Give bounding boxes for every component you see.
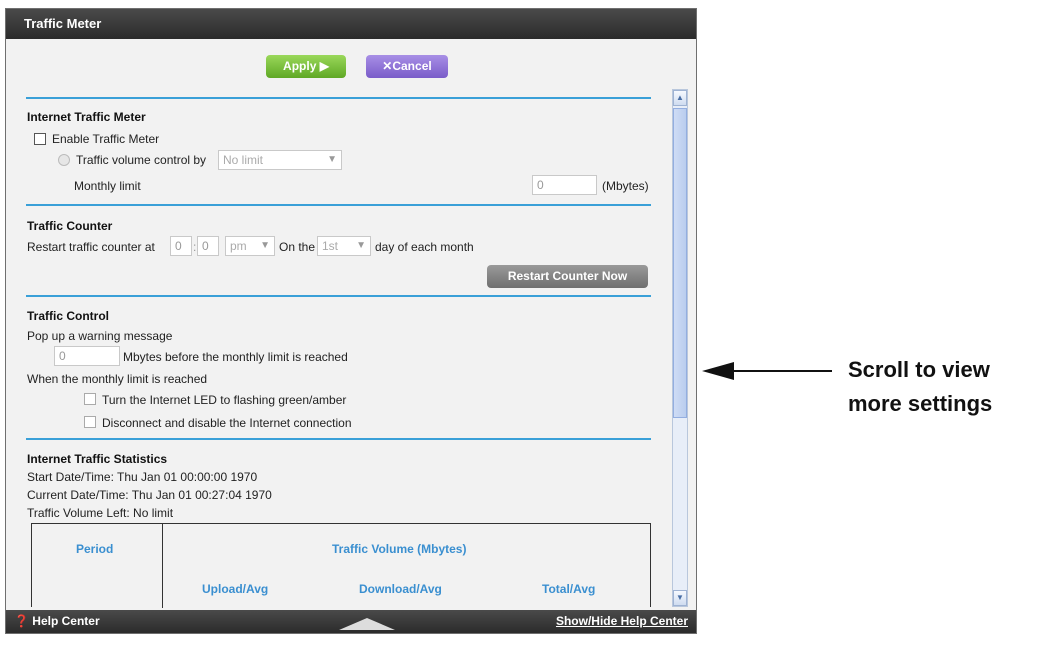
divider	[26, 97, 651, 99]
chevron-down-icon: ▼	[356, 240, 366, 251]
traffic-volume-left: Traffic Volume Left: No limit	[27, 506, 174, 520]
volume-control-value: No limit	[223, 153, 264, 167]
expand-help-icon[interactable]	[339, 618, 395, 630]
cancel-button[interactable]: ✕Cancel	[366, 55, 448, 78]
time-separator: :	[193, 240, 197, 254]
statistics-table: Period Traffic Volume (Mbytes) Upload/Av…	[31, 523, 651, 608]
window-title: Traffic Meter	[6, 9, 696, 39]
day-value: 1st	[322, 239, 339, 253]
arrow-line	[732, 370, 832, 372]
day-select[interactable]: 1st ▼	[317, 236, 371, 256]
restart-minute-input[interactable]: 0	[197, 236, 219, 256]
enable-traffic-meter-label: Enable Traffic Meter	[52, 132, 160, 146]
popup-warning-label: Pop up a warning message	[27, 329, 173, 343]
restart-counter-label: Restart traffic counter at	[27, 240, 155, 254]
arrow-left-icon	[702, 362, 734, 380]
disconnect-checkbox[interactable]	[84, 416, 96, 428]
volume-control-label: Traffic volume control by	[76, 153, 207, 167]
monthly-limit-label: Monthly limit	[74, 179, 141, 193]
table-header-total: Total/Avg	[542, 582, 596, 596]
scroll-up-icon[interactable]: ▲	[673, 90, 687, 106]
ampm-select[interactable]: pm ▼	[225, 236, 275, 256]
section-heading-traffic-counter: Traffic Counter	[27, 219, 113, 233]
scroll-down-icon[interactable]: ▼	[673, 590, 687, 606]
restart-hour-input[interactable]: 0	[170, 236, 192, 256]
enable-traffic-meter-checkbox[interactable]	[34, 133, 46, 145]
divider	[26, 295, 651, 297]
apply-button[interactable]: Apply ▶	[266, 55, 346, 78]
led-flashing-checkbox[interactable]	[84, 393, 96, 405]
warning-mbytes-input[interactable]: 0	[54, 346, 120, 366]
help-icon: ❓	[14, 614, 29, 628]
monthly-limit-unit: (Mbytes)	[602, 179, 649, 193]
divider	[26, 438, 651, 440]
monthly-limit-input[interactable]: 0	[532, 175, 597, 195]
table-divider	[162, 524, 163, 608]
chevron-down-icon: ▼	[260, 240, 270, 251]
section-heading-statistics: Internet Traffic Statistics	[27, 452, 168, 466]
show-hide-help-center-link[interactable]: Show/Hide Help Center	[556, 610, 688, 633]
help-center-label: Help Center	[32, 614, 100, 628]
on-the-label: On the	[279, 240, 316, 254]
help-center-bar: ❓ Help Center Show/Hide Help Center	[6, 610, 696, 633]
table-header-upload: Upload/Avg	[202, 582, 269, 596]
help-center-link[interactable]: ❓ Help Center	[14, 610, 100, 633]
monthly-limit-reached-label: When the monthly limit is reached	[27, 372, 208, 386]
annotation-line-1: Scroll to view	[848, 357, 990, 382]
disconnect-label: Disconnect and disable the Internet conn…	[102, 416, 352, 430]
vertical-scrollbar[interactable]: ▲ ▼	[672, 89, 688, 607]
section-heading-traffic-control: Traffic Control	[27, 309, 110, 323]
restart-counter-now-button[interactable]: Restart Counter Now	[487, 265, 648, 288]
ampm-value: pm	[230, 239, 247, 253]
current-datetime: Current Date/Time: Thu Jan 01 00:27:04 1…	[27, 488, 272, 502]
traffic-meter-window: Traffic Meter Apply ▶ ✕Cancel Internet T…	[5, 8, 697, 634]
annotation-line-2: more settings	[848, 391, 993, 416]
table-header-traffic-volume: Traffic Volume (Mbytes)	[332, 542, 467, 556]
divider	[26, 204, 651, 206]
chevron-down-icon: ▼	[327, 154, 337, 165]
volume-control-select[interactable]: No limit ▼	[218, 150, 342, 170]
cancel-label: Cancel	[392, 59, 432, 73]
section-heading-internet-traffic-meter: Internet Traffic Meter	[27, 110, 146, 124]
table-header-period: Period	[76, 542, 114, 556]
day-suffix-label: day of each month	[375, 240, 474, 254]
table-header-download: Download/Avg	[359, 582, 442, 596]
start-datetime: Start Date/Time: Thu Jan 01 00:00:00 197…	[27, 470, 258, 484]
volume-control-radio[interactable]	[58, 154, 70, 166]
scrollbar-thumb[interactable]	[673, 108, 687, 418]
warning-mbytes-label: Mbytes before the monthly limit is reach…	[123, 350, 348, 364]
led-flashing-label: Turn the Internet LED to flashing green/…	[102, 393, 347, 407]
close-icon: ✕	[382, 59, 393, 73]
